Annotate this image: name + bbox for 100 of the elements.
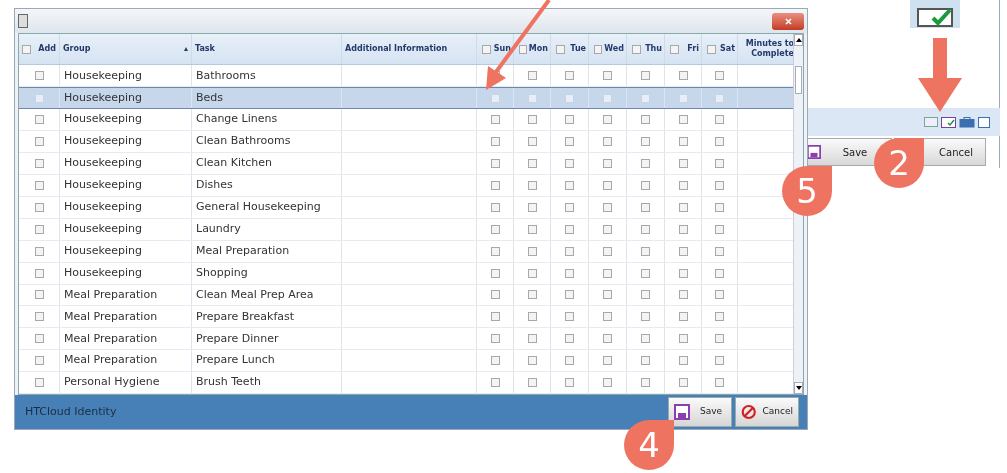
checkbox[interactable] [715, 202, 724, 212]
checkbox[interactable] [527, 224, 537, 234]
checkbox[interactable] [565, 137, 574, 147]
toolbox-icon[interactable] [959, 116, 975, 128]
checkbox[interactable] [678, 334, 688, 344]
checkbox[interactable] [490, 159, 500, 168]
table-row[interactable]: Meal Preparation Clean Meal Prep Area [19, 284, 793, 307]
close-button[interactable] [772, 12, 804, 30]
save-button[interactable]: Save [668, 397, 732, 427]
checkbox[interactable] [678, 378, 688, 388]
column-header[interactable]: Thu [645, 43, 662, 56]
table-row[interactable]: Housekeeping Laundry [19, 218, 793, 241]
panel-icon[interactable] [978, 116, 990, 128]
checkbox[interactable] [641, 378, 650, 388]
checkbox[interactable] [490, 93, 500, 103]
checkbox[interactable] [678, 224, 688, 234]
checkbox[interactable] [678, 290, 688, 300]
checkbox[interactable] [490, 290, 500, 300]
checkbox[interactable] [490, 268, 500, 278]
column-header[interactable]: Fri [687, 43, 699, 56]
column-header[interactable]: Group [63, 43, 91, 56]
checkbox[interactable] [715, 312, 724, 322]
checkbox[interactable] [641, 71, 650, 81]
checkbox[interactable] [594, 44, 603, 54]
checkbox[interactable] [565, 246, 574, 256]
checkbox[interactable] [527, 290, 537, 300]
checkbox[interactable] [34, 180, 44, 190]
checkbox[interactable] [527, 115, 537, 125]
checkbox[interactable] [565, 115, 574, 125]
checkbox[interactable] [603, 312, 612, 322]
checkbox[interactable] [527, 268, 537, 278]
checkbox[interactable] [603, 378, 612, 388]
checkbox[interactable] [34, 71, 44, 81]
checkbox[interactable] [678, 93, 688, 103]
checkbox[interactable] [715, 334, 724, 344]
checkbox[interactable] [527, 356, 537, 366]
checkbox[interactable] [565, 290, 574, 300]
checkbox[interactable] [603, 159, 612, 168]
checklist-icon[interactable] [941, 116, 956, 128]
checkbox[interactable] [641, 224, 650, 234]
checkbox[interactable] [490, 180, 500, 190]
checkbox[interactable] [715, 93, 724, 103]
checkbox[interactable] [678, 246, 688, 256]
checkbox[interactable] [490, 202, 500, 212]
cancel-button[interactable]: Cancel [735, 397, 799, 427]
checkbox[interactable] [641, 356, 650, 366]
checkbox[interactable] [641, 137, 650, 147]
checkbox[interactable] [715, 268, 724, 278]
checkbox[interactable] [527, 246, 537, 256]
table-row[interactable]: Housekeeping Change Linens [19, 109, 793, 132]
checkbox[interactable] [527, 71, 537, 81]
table-row[interactable]: Housekeeping Bathrooms [19, 65, 793, 88]
checkbox[interactable] [678, 71, 688, 81]
column-header[interactable]: Mon [528, 43, 548, 56]
checkbox[interactable] [565, 378, 574, 388]
checkbox[interactable] [34, 334, 44, 344]
checkbox[interactable] [632, 44, 641, 54]
checkbox[interactable] [603, 137, 612, 147]
checkbox[interactable] [603, 202, 612, 212]
checkbox[interactable] [641, 159, 650, 168]
checkbox[interactable] [641, 202, 650, 212]
checkbox[interactable] [565, 202, 574, 212]
checkbox[interactable] [707, 44, 716, 54]
checkbox[interactable] [34, 290, 44, 300]
checkbox[interactable] [565, 356, 574, 366]
table-row[interactable]: Housekeeping Meal Preparation [19, 240, 793, 263]
checkbox[interactable] [715, 115, 724, 125]
table-row[interactable]: Housekeeping Beds [19, 87, 793, 110]
checkbox[interactable] [641, 246, 650, 256]
checkbox[interactable] [34, 137, 44, 147]
checkbox[interactable] [715, 290, 724, 300]
checkbox[interactable] [34, 246, 44, 256]
checkbox[interactable] [641, 93, 650, 103]
checkbox[interactable] [603, 356, 612, 366]
column-header[interactable]: Task [195, 43, 215, 56]
checkbox[interactable] [527, 202, 537, 212]
checkbox[interactable] [527, 93, 537, 103]
checkbox[interactable] [565, 224, 574, 234]
checkbox[interactable] [678, 312, 688, 322]
checkbox[interactable] [34, 115, 44, 125]
checkbox[interactable] [678, 202, 688, 212]
checkbox[interactable] [678, 115, 688, 125]
checkbox[interactable] [527, 137, 537, 147]
checkbox[interactable] [519, 44, 527, 54]
checkbox[interactable] [603, 290, 612, 300]
checkbox[interactable] [603, 334, 612, 344]
checkbox[interactable] [670, 44, 679, 54]
checkbox[interactable] [527, 180, 537, 190]
checkbox[interactable] [565, 312, 574, 322]
checkbox[interactable] [603, 224, 612, 234]
column-header[interactable]: Sun [493, 43, 511, 56]
checkbox[interactable] [490, 312, 500, 322]
checkbox[interactable] [603, 268, 612, 278]
checkbox[interactable] [565, 268, 574, 278]
checkbox[interactable] [715, 71, 724, 81]
checkbox[interactable] [490, 378, 500, 388]
checkbox[interactable] [34, 356, 44, 366]
checkbox[interactable] [678, 137, 688, 147]
checkbox[interactable] [490, 246, 500, 256]
table-row[interactable]: Meal Preparation Prepare Lunch [19, 350, 793, 373]
